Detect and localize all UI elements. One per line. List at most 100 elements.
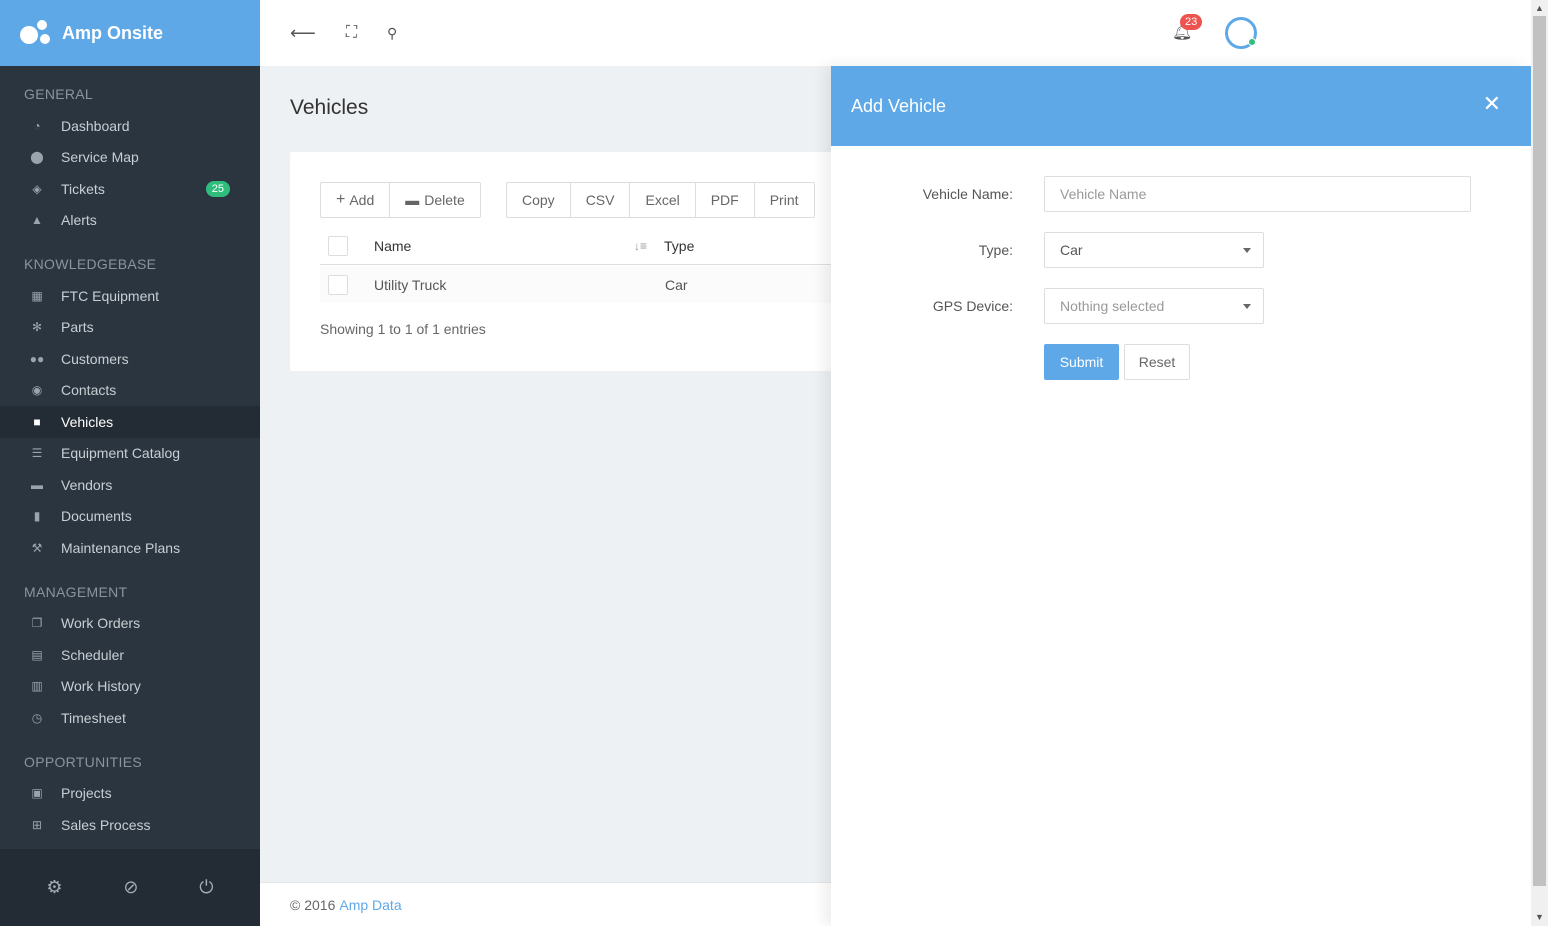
power-icon[interactable]: ⏻ xyxy=(199,877,213,898)
vehicle-name-placeholder: Vehicle Name xyxy=(1060,186,1147,202)
dashboard-icon: ◔ xyxy=(33,118,41,133)
sidebar-item-label: Service Map xyxy=(61,149,139,166)
sidebar-item-label: Documents xyxy=(61,508,132,525)
sidebar-item-dashboard[interactable]: ◔ Dashboard xyxy=(0,110,260,142)
print-button[interactable]: Print xyxy=(755,183,814,217)
sidebar-item-work-history[interactable]: ▥ Work History xyxy=(0,671,260,703)
sidebar-item-sales-process[interactable]: ⊞ Sales Process xyxy=(0,809,260,841)
sidebar-item-vehicles[interactable]: ■ Vehicles xyxy=(0,406,260,438)
sidebar-item-work-orders[interactable]: ❐ Work Orders xyxy=(0,608,260,640)
scrollbar-thumb[interactable] xyxy=(1533,16,1546,886)
sidebar-item-timesheet[interactable]: ◷ Timesheet xyxy=(0,702,260,734)
plus-icon: + xyxy=(336,191,346,208)
table-row[interactable]: Utility Truck Car xyxy=(320,266,850,303)
add-button[interactable]: + Add xyxy=(321,183,391,217)
table-info: Showing 1 to 1 of 1 entries xyxy=(320,321,486,337)
add-vehicle-panel: Add Vehicle ✕ Vehicle Name: Vehicle Name… xyxy=(831,66,1531,926)
sidebar-item-label: Vehicles xyxy=(61,413,114,430)
wrench-icon: ⚒ xyxy=(31,540,43,555)
map-marker-icon: ⬤ xyxy=(30,150,44,165)
row-checkbox[interactable] xyxy=(328,274,348,295)
sidebar-item-parts[interactable]: ✻ Parts xyxy=(0,312,260,344)
search-icon[interactable]: ⚲ xyxy=(387,25,397,42)
nav-section-management: MANAGEMENT ❐ Work Orders ▤ Scheduler ▥ Work… xyxy=(0,564,260,734)
scrollbar[interactable]: ▲ ▼ xyxy=(1531,0,1548,926)
back-arrow-icon[interactable]: ⟵ xyxy=(290,23,316,44)
sidebar-item-projects[interactable]: ▣ Projects xyxy=(0,778,260,810)
warning-icon: ▲ xyxy=(31,213,43,228)
calendar-check-icon: ▥ xyxy=(31,679,43,694)
gps-device-label: GPS Device: xyxy=(932,298,1013,314)
sidebar-item-equipment-catalog[interactable]: ☰ Equipment Catalog xyxy=(0,438,260,470)
sidebar-item-label: Projects xyxy=(61,785,112,802)
column-header-type[interactable]: Type xyxy=(664,238,694,254)
tickets-count-badge: 25 xyxy=(205,180,230,197)
type-row: Type: Car xyxy=(831,232,1531,268)
reset-button[interactable]: Reset xyxy=(1124,344,1190,380)
cell-type: Car xyxy=(665,276,688,293)
table-header: Name ↓≡ Type xyxy=(320,228,850,265)
trash-icon: ▬ xyxy=(405,192,420,208)
chevron-down-icon xyxy=(1243,248,1251,253)
sidebar-item-label: Work History xyxy=(61,678,141,695)
copy-button[interactable]: Copy xyxy=(507,183,571,217)
sidebar-item-customers[interactable]: ●● Customers xyxy=(0,343,260,375)
type-select[interactable]: Car xyxy=(1044,232,1264,268)
brand[interactable]: Amp Onsite xyxy=(0,0,260,66)
brand-name: Amp Onsite xyxy=(62,22,164,43)
sidebar-item-label: Dashboard xyxy=(61,117,130,134)
sidebar-item-label: Sales Process xyxy=(61,816,151,833)
footer-link[interactable]: Amp Data xyxy=(339,897,401,913)
sort-icon[interactable]: ↓≡ xyxy=(634,239,664,253)
scroll-up-icon[interactable]: ▲ xyxy=(1535,3,1544,13)
scroll-down-icon[interactable]: ▼ xyxy=(1535,912,1544,922)
sidebar-item-label: Tickets xyxy=(61,180,105,197)
sidebar-item-tickets[interactable]: ◈ Tickets 25 xyxy=(0,173,260,205)
sidebar-item-contacts[interactable]: ◉ Contacts xyxy=(0,375,260,407)
type-label: Type: xyxy=(978,242,1013,258)
vehicle-name-label: Vehicle Name: xyxy=(922,186,1013,202)
eye-slash-icon[interactable]: ⊘ xyxy=(123,877,138,898)
fullscreen-icon[interactable]: ⛶ xyxy=(346,24,357,42)
nav-section-opportunities: OPPORTUNITIES ▣ Projects ⊞ Sales Process xyxy=(0,734,260,841)
calendar-icon: ▤ xyxy=(31,647,43,662)
close-icon[interactable]: ✕ xyxy=(1483,91,1501,117)
sidebar-item-label: Vendors xyxy=(61,476,113,493)
column-header-name[interactable]: Name xyxy=(374,238,634,254)
sidebar-item-vendors[interactable]: ▬ Vendors xyxy=(0,469,260,501)
cogs-icon: ✻ xyxy=(31,320,43,335)
nav-section-knowledgebase: KNOWLEDGEBASE ▦ FTC Equipment ✻ Parts ●● Cu… xyxy=(0,236,260,564)
copyright-text: © 2016 xyxy=(290,896,336,913)
delete-button[interactable]: ▬ Delete xyxy=(390,183,479,217)
sidebar-item-ftc-equipment[interactable]: ▦ FTC Equipment xyxy=(0,280,260,312)
sidebar-item-maintenance-plans[interactable]: ⚒ Maintenance Plans xyxy=(0,532,260,564)
online-status-dot xyxy=(1248,38,1256,46)
select-all-checkbox[interactable] xyxy=(328,236,348,256)
user-circle-icon: ◉ xyxy=(31,383,43,398)
delete-button-label: Delete xyxy=(424,192,465,208)
csv-button[interactable]: CSV xyxy=(571,183,631,217)
vehicle-name-row: Vehicle Name: Vehicle Name xyxy=(831,176,1531,212)
modal-header: Add Vehicle ✕ xyxy=(831,66,1531,146)
settings-icon[interactable]: ⚙ xyxy=(46,877,62,898)
add-button-label: Add xyxy=(349,192,375,208)
export-button-group: Copy CSV Excel PDF Print xyxy=(506,182,815,218)
building-icon: ▦ xyxy=(31,288,43,303)
file-icon: ▮ xyxy=(33,509,41,524)
sidebar-item-scheduler[interactable]: ▤ Scheduler xyxy=(0,639,260,671)
vehicle-name-input[interactable]: Vehicle Name xyxy=(1044,176,1471,212)
clipboard-icon: ▣ xyxy=(31,786,43,801)
gps-device-row: GPS Device: Nothing selected xyxy=(831,288,1531,324)
pdf-button[interactable]: PDF xyxy=(696,183,755,217)
excel-button[interactable]: Excel xyxy=(630,183,696,217)
sidebar-item-documents[interactable]: ▮ Documents xyxy=(0,501,260,533)
sidebar-item-label: Scheduler xyxy=(61,646,125,663)
gps-device-selected-value: Nothing selected xyxy=(1060,298,1165,314)
sitemap-icon: ⊞ xyxy=(31,817,43,832)
topbar: ⟵ ⛶ ⚲ xyxy=(260,0,1531,66)
gps-device-select[interactable]: Nothing selected xyxy=(1044,288,1264,324)
sidebar-item-label: Equipment Catalog xyxy=(61,445,181,462)
sidebar-item-alerts[interactable]: ▲ Alerts xyxy=(0,205,260,237)
submit-button[interactable]: Submit xyxy=(1044,344,1119,380)
sidebar-item-service-map[interactable]: ⬤ Service Map xyxy=(0,142,260,174)
